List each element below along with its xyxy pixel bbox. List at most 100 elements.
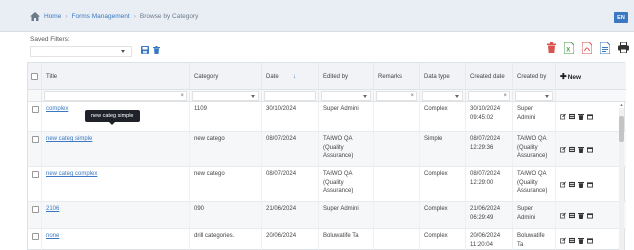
title-cell: 2106 xyxy=(42,202,190,228)
date-cell: 08/07/2024 xyxy=(262,167,319,201)
title-cell: none xyxy=(42,229,190,250)
edit-icon[interactable] xyxy=(560,237,566,244)
trash-icon[interactable] xyxy=(578,212,584,219)
breadcrumb-forms-management[interactable]: Forms Management xyxy=(72,13,130,20)
created-by-cell: TAIWO QA (Quality Assurance) xyxy=(513,132,556,166)
breadcrumb-home[interactable]: Home xyxy=(44,13,61,20)
clear-filter-icon[interactable]: × xyxy=(180,92,184,101)
table-row[interactable]: none drill categories. 20/06/2024 Boluwa… xyxy=(28,229,626,250)
remarks-cell xyxy=(374,229,420,250)
save-filter-icon[interactable] xyxy=(140,45,149,55)
table-row[interactable]: 2106 090 21/06/2024 Super Admini Complex… xyxy=(28,202,626,229)
row-checkbox[interactable] xyxy=(32,106,39,113)
calendar-icon[interactable] xyxy=(587,212,593,219)
created-by-filter[interactable] xyxy=(513,90,556,102)
column-date[interactable]: Date ↓ xyxy=(262,63,319,90)
edited-by-cell: TAIWO QA (Quality Assurance) xyxy=(319,132,374,166)
delete-filter-icon[interactable] xyxy=(152,45,161,55)
view-icon[interactable] xyxy=(569,181,575,188)
view-icon[interactable] xyxy=(569,237,575,244)
column-created-date[interactable]: Created date xyxy=(466,63,513,90)
title-link[interactable]: new categ complex xyxy=(46,171,97,177)
edited-by-cell: Super Admini xyxy=(319,102,374,131)
edit-icon[interactable] xyxy=(560,113,566,120)
category-cell: drill categories. xyxy=(190,229,262,250)
title-link[interactable]: new categ simple xyxy=(46,136,92,142)
row-checkbox-cell xyxy=(28,229,42,250)
edit-icon[interactable] xyxy=(560,181,566,188)
edited-by-cell: Super Admini xyxy=(319,202,374,228)
new-button[interactable]: ✚New xyxy=(556,63,626,90)
clear-filter-icon[interactable]: × xyxy=(410,92,414,101)
row-actions xyxy=(556,202,626,228)
select-all-checkbox[interactable] xyxy=(31,73,38,80)
edit-icon[interactable] xyxy=(560,212,566,219)
column-created-by[interactable]: Created by xyxy=(513,63,556,90)
row-checkbox[interactable] xyxy=(32,171,39,178)
breadcrumb-bar: Home › Forms Management › Browse by Cate… xyxy=(0,0,634,32)
saved-filters-select[interactable] xyxy=(30,46,132,57)
title-link[interactable]: complex xyxy=(46,106,68,112)
row-checkbox[interactable] xyxy=(32,136,39,143)
view-icon[interactable] xyxy=(569,146,575,153)
view-icon[interactable] xyxy=(569,212,575,219)
row-actions xyxy=(556,167,626,201)
row-checkbox-cell xyxy=(28,132,42,166)
chevron-down-icon xyxy=(363,95,367,98)
created-date-filter[interactable]: × xyxy=(466,90,513,102)
column-category[interactable]: Category xyxy=(190,63,262,90)
calendar-icon[interactable] xyxy=(587,146,593,153)
column-data-type[interactable]: Data type xyxy=(420,63,466,90)
created-by-cell: Super Admini xyxy=(513,102,556,131)
edit-icon[interactable] xyxy=(560,146,566,153)
row-checkbox[interactable] xyxy=(32,206,39,213)
title-link[interactable]: 2106 xyxy=(46,206,59,212)
calendar-icon[interactable] xyxy=(587,181,593,188)
title-tooltip: new categ simple xyxy=(85,110,140,125)
remarks-cell xyxy=(374,102,420,131)
row-checkbox[interactable] xyxy=(32,233,39,240)
trash-icon[interactable] xyxy=(578,181,584,188)
column-remarks[interactable]: Remarks xyxy=(374,63,420,90)
table-row[interactable]: new categ complex new catego 08/07/2024 … xyxy=(28,167,626,202)
title-link[interactable]: none xyxy=(46,233,59,239)
scrollbar-thumb[interactable] xyxy=(619,116,624,142)
calendar-icon[interactable] xyxy=(587,113,593,120)
remarks-filter[interactable]: × xyxy=(374,90,420,102)
plus-icon: ✚ xyxy=(560,72,567,81)
delete-icon[interactable] xyxy=(545,41,557,54)
remarks-cell xyxy=(374,167,420,201)
print-icon[interactable] xyxy=(617,41,629,54)
view-icon[interactable] xyxy=(569,113,575,120)
saved-filter-actions xyxy=(140,45,161,55)
doc-icon[interactable] xyxy=(599,41,611,54)
pdf-icon[interactable] xyxy=(581,41,593,54)
home-icon[interactable] xyxy=(30,12,40,21)
table-row[interactable]: new categ simple new catego 08/07/2024 T… xyxy=(28,132,626,167)
trash-icon[interactable] xyxy=(578,113,584,120)
select-all-cell xyxy=(28,63,42,90)
breadcrumb-current: Browse by Category xyxy=(139,13,199,20)
language-button[interactable]: EN xyxy=(614,12,628,23)
column-title[interactable]: Title xyxy=(42,63,190,90)
category-filter[interactable] xyxy=(190,90,262,102)
trash-icon[interactable] xyxy=(578,146,584,153)
chevron-down-icon xyxy=(251,95,255,98)
excel-icon[interactable]: X xyxy=(563,41,575,54)
calendar-icon[interactable] xyxy=(587,237,593,244)
sort-desc-icon[interactable]: ↓ xyxy=(293,73,296,80)
data-type-filter[interactable] xyxy=(420,90,466,102)
svg-text:X: X xyxy=(566,47,570,53)
created-date-cell: 08/07/2024 12:29:36 xyxy=(466,132,513,166)
table-scrollbar[interactable] xyxy=(619,108,624,250)
data-type-cell: Complex xyxy=(420,102,466,131)
clear-filter-icon[interactable]: × xyxy=(503,92,507,101)
category-cell: 090 xyxy=(190,202,262,228)
column-edited-by[interactable]: Edited by xyxy=(319,63,374,90)
title-filter[interactable]: × xyxy=(42,90,190,102)
edited-by-filter[interactable] xyxy=(319,90,374,102)
date-filter[interactable] xyxy=(262,90,319,102)
data-type-cell: Complex xyxy=(420,229,466,250)
row-checkbox-cell xyxy=(28,202,42,228)
trash-icon[interactable] xyxy=(578,237,584,244)
